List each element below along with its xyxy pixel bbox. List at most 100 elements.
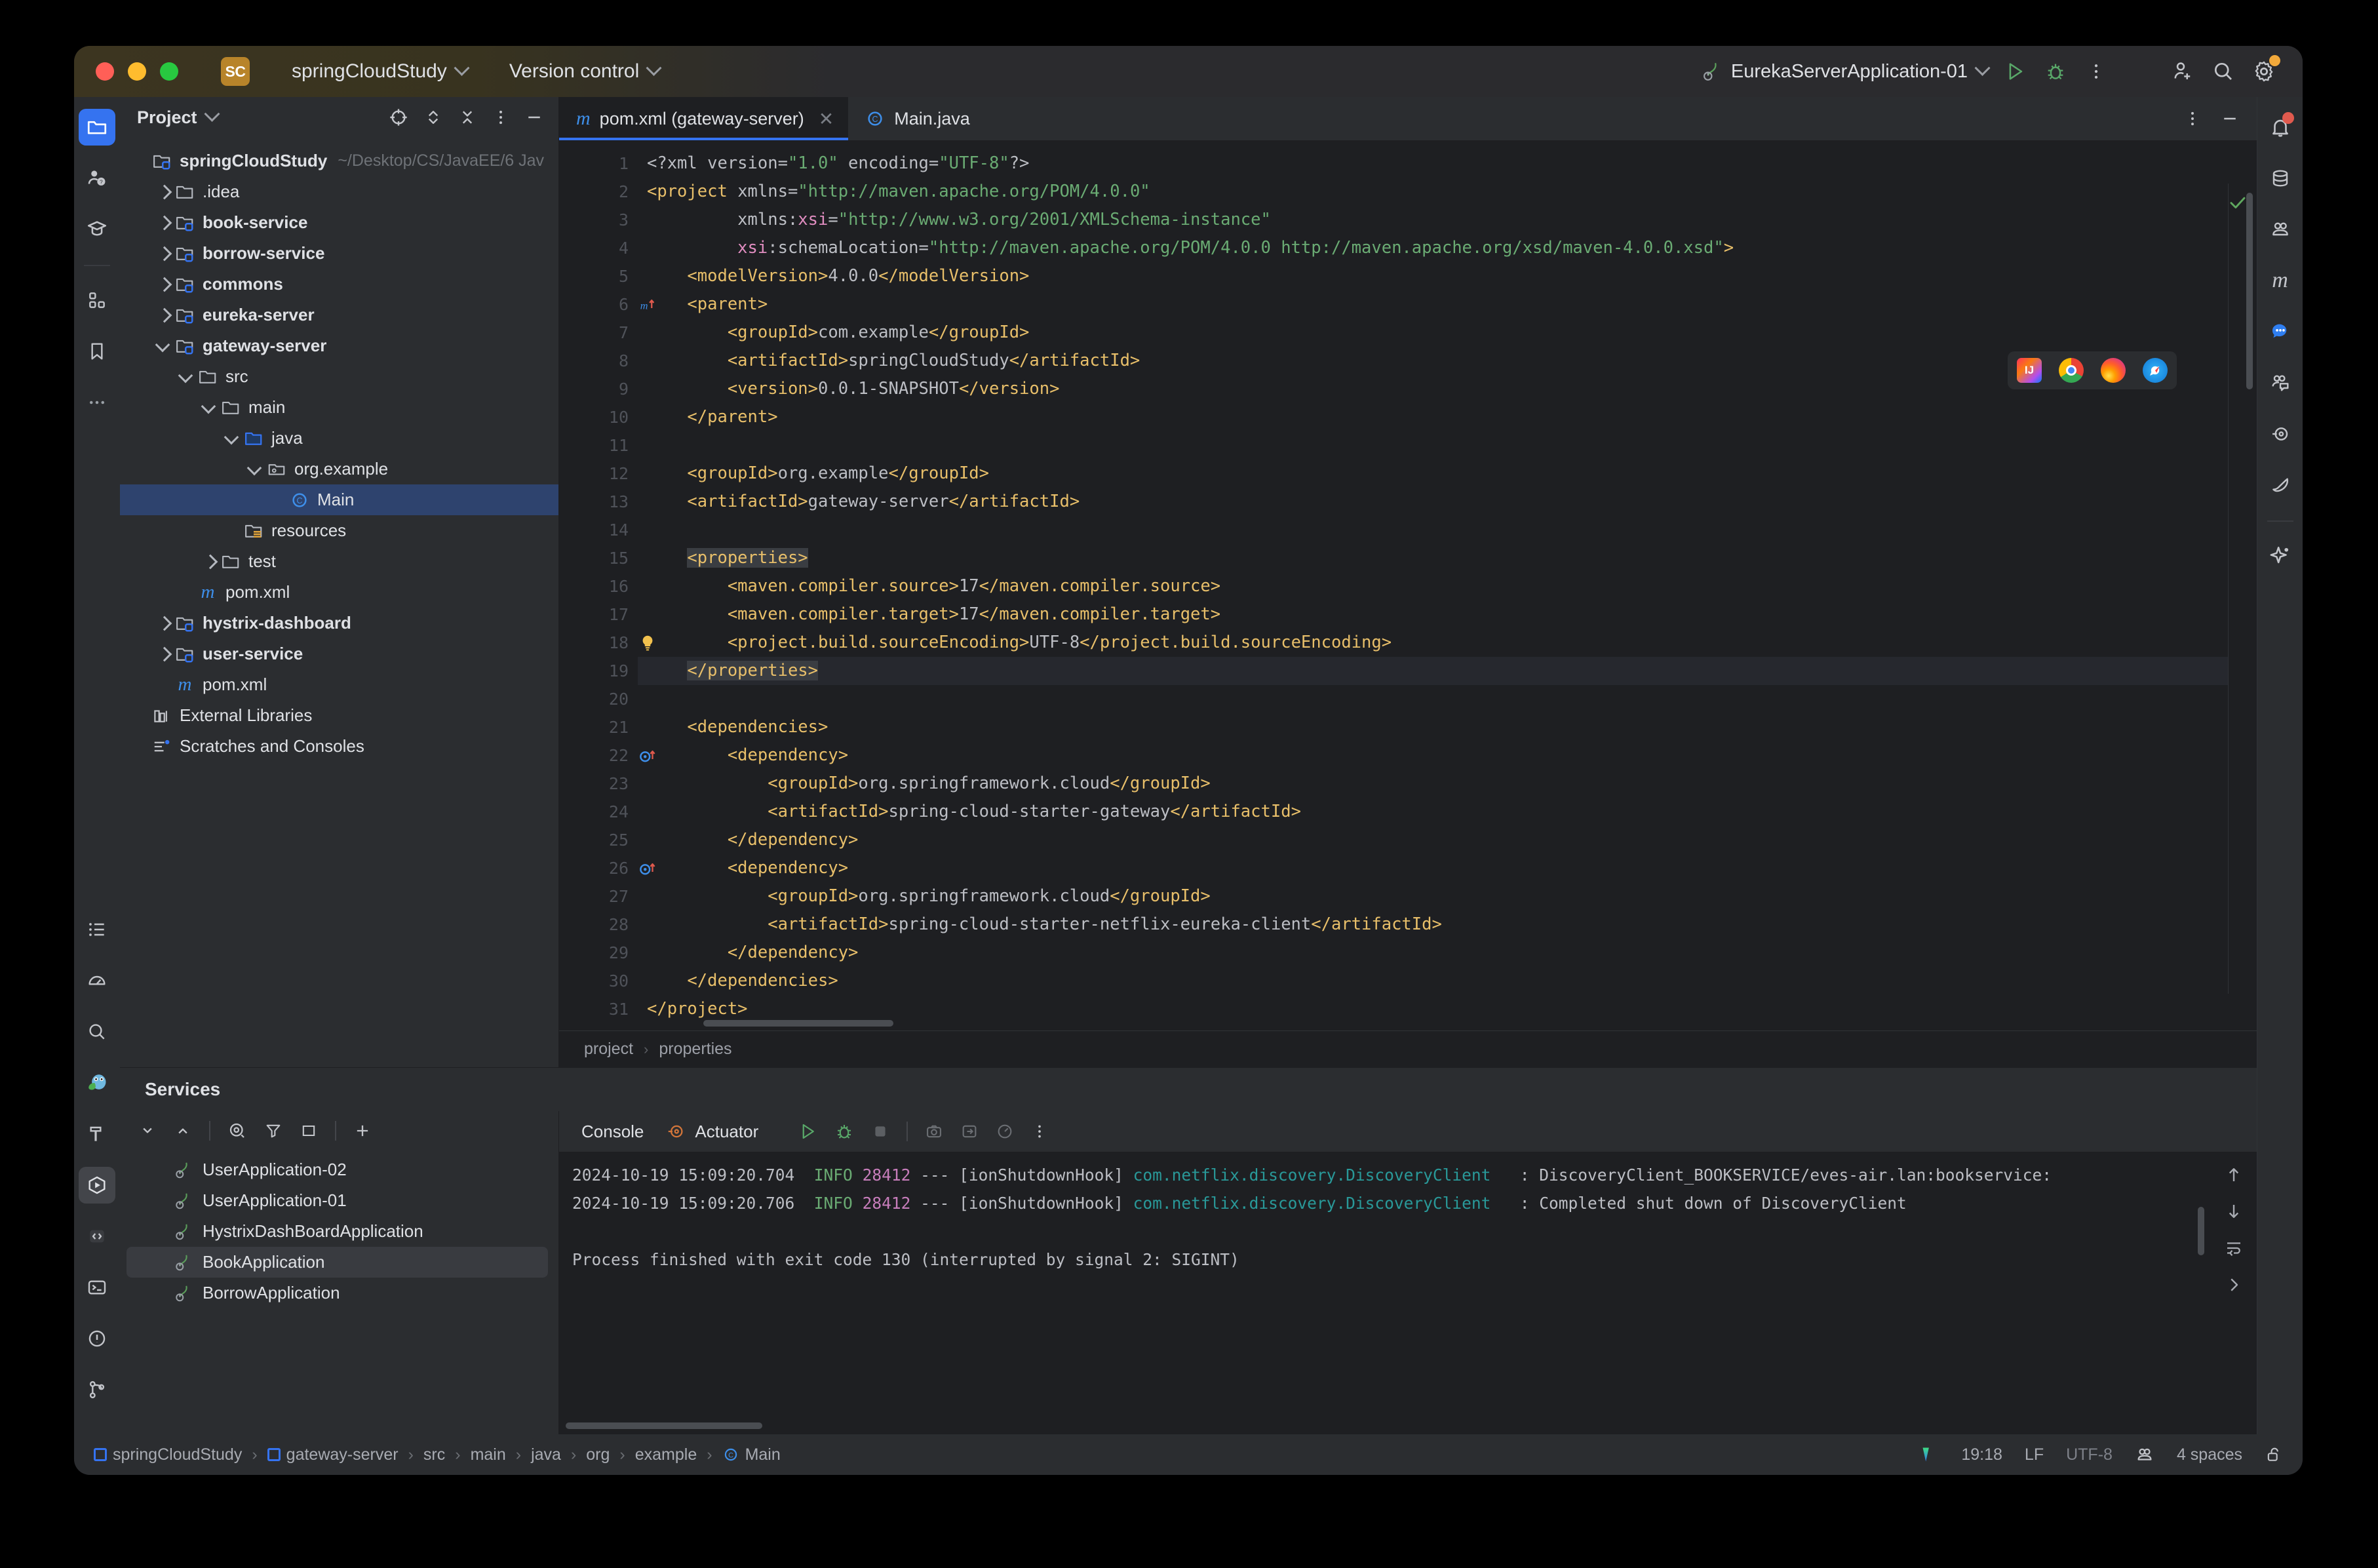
editor-breadcrumb[interactable]: project › properties — [559, 1030, 2257, 1067]
tool-button-services[interactable] — [79, 1167, 115, 1204]
chevron-right-icon[interactable] — [156, 214, 173, 231]
code-line[interactable]: <dependency> — [638, 854, 2257, 882]
attach-icon[interactable] — [960, 1122, 979, 1141]
tree-item[interactable]: borrow-service — [120, 238, 558, 269]
code-line[interactable]: <parent> — [638, 290, 2257, 319]
code-line[interactable]: <groupId>org.springframework.cloud</grou… — [638, 882, 2257, 911]
firefox-browser-icon[interactable] — [2101, 358, 2126, 383]
scroll-up-icon[interactable] — [2224, 1165, 2244, 1185]
tree-item[interactable]: .idea — [120, 176, 558, 207]
service-item[interactable]: UserApplication-02 — [120, 1154, 558, 1185]
stop-button[interactable] — [871, 1122, 889, 1141]
console-vertical-scrollbar[interactable] — [2198, 1207, 2204, 1255]
tree-item[interactable]: commons — [120, 269, 558, 300]
status-breadcrumb-item[interactable]: main — [471, 1445, 506, 1464]
settings-gear-icon[interactable] — [2244, 51, 2284, 92]
chevron-right-icon[interactable] — [156, 276, 173, 293]
code-review-icon[interactable] — [2262, 364, 2299, 401]
line-separator[interactable]: LF — [2025, 1445, 2044, 1464]
tree-item[interactable]: user-service — [120, 638, 558, 669]
line-number[interactable]: 12 — [559, 460, 638, 488]
run-configuration-selector[interactable]: EurekaServerApplication-01 — [1700, 60, 1991, 83]
scroll-down-icon[interactable] — [2224, 1202, 2244, 1221]
editor-options-icon[interactable] — [2183, 109, 2202, 128]
editor-tab-bar[interactable]: m pom.xml (gateway-server) ✕ C Main.java — [559, 97, 2257, 140]
code-line[interactable]: <modelVersion>4.0.0</modelVersion> — [638, 262, 2257, 290]
tool-button-endpoints[interactable] — [79, 1218, 115, 1255]
code-line[interactable]: </parent> — [638, 403, 2257, 431]
tool-button-terminal[interactable] — [79, 1269, 115, 1306]
code-line[interactable]: </project> — [638, 995, 2257, 1023]
tool-button-learn-help[interactable]: ? — [79, 160, 115, 197]
tool-button-find[interactable] — [79, 1013, 115, 1050]
gauge-icon[interactable] — [996, 1122, 1014, 1141]
tool-button-learn[interactable] — [79, 211, 115, 248]
code-with-me-status-icon[interactable] — [2135, 1445, 2154, 1464]
line-number[interactable]: 31 — [559, 995, 638, 1023]
tree-item[interactable]: gateway-server — [120, 330, 558, 361]
project-name-dropdown[interactable]: springCloudStudy — [280, 60, 470, 83]
tree-item[interactable]: test — [120, 546, 558, 577]
editor-code[interactable]: <?xml version="1.0" encoding="UTF-8"?> <p… — [638, 140, 2257, 1030]
status-breadcrumb-item[interactable]: org — [586, 1445, 610, 1464]
version-control-dropdown[interactable]: Version control — [497, 60, 662, 83]
tool-button-todo[interactable] — [79, 911, 115, 948]
line-number[interactable]: 26 — [559, 854, 655, 882]
line-number[interactable]: 18 — [559, 629, 653, 657]
line-number[interactable]: 29 — [559, 939, 638, 967]
group-icon[interactable] — [300, 1122, 318, 1140]
tree-item[interactable]: org.example — [120, 454, 558, 484]
code-line[interactable]: <artifactId>spring-cloud-starter-gateway… — [638, 798, 2257, 826]
tool-button-problems[interactable] — [79, 1320, 115, 1357]
add-collaborator-icon[interactable] — [2162, 51, 2203, 92]
editor-horizontal-scrollbar[interactable] — [703, 1020, 893, 1027]
tree-item[interactable]: main — [120, 392, 558, 423]
status-breadcrumb-item[interactable]: example — [635, 1445, 697, 1464]
editor-vertical-scrollbar[interactable] — [2246, 193, 2253, 389]
console-more-icon[interactable] — [1031, 1123, 1048, 1140]
select-opened-file-icon[interactable] — [388, 107, 409, 128]
status-breadcrumb-item[interactable]: springCloudStudy — [94, 1445, 242, 1464]
code-line[interactable]: xsi:schemaLocation="http://maven.apache.… — [638, 234, 2257, 262]
browser-launcher-bar[interactable]: IJ — [2008, 351, 2177, 389]
window-controls[interactable] — [96, 62, 178, 81]
debug-button[interactable] — [2035, 51, 2076, 92]
filter-icon[interactable] — [264, 1122, 283, 1140]
code-line[interactable]: </dependency> — [638, 939, 2257, 967]
tool-button-build[interactable] — [79, 1116, 115, 1152]
chrome-browser-icon[interactable] — [2059, 358, 2084, 383]
chevron-right-icon[interactable] — [156, 184, 173, 201]
editor-tab[interactable]: C Main.java — [848, 97, 984, 140]
more-actions-button[interactable] — [2076, 51, 2116, 92]
chevron-down-icon[interactable] — [204, 106, 220, 122]
status-bar-breadcrumbs[interactable]: springCloudStudy › gateway-server › src › main… — [94, 1445, 781, 1464]
line-number[interactable]: 27 — [559, 882, 638, 911]
line-number[interactable]: 13 — [559, 488, 638, 516]
status-breadcrumb-item[interactable]: C Main — [722, 1445, 781, 1464]
caret-position[interactable]: 19:18 — [1961, 1445, 2002, 1464]
soft-wrap-icon[interactable] — [2224, 1238, 2244, 1258]
code-line[interactable]: <artifactId>gateway-server</artifactId> — [638, 488, 2257, 516]
line-number[interactable]: 14 — [559, 516, 638, 544]
editor-gutter[interactable]: 1 2 3 4 5 6 m 7 8 9 10 11 12 13 14 15 16 17 18 19 20 21 22 23 24… — [559, 140, 655, 1030]
status-breadcrumb-item[interactable]: src — [423, 1445, 445, 1464]
code-line[interactable]: </dependencies> — [638, 967, 2257, 995]
line-number[interactable]: 25 — [559, 826, 638, 854]
tool-button-more[interactable] — [79, 384, 115, 421]
tool-button-spring[interactable] — [79, 1065, 115, 1101]
chevron-down-icon[interactable] — [179, 368, 196, 385]
expand-collapse-icon[interactable] — [423, 108, 443, 127]
search-icon[interactable] — [2203, 51, 2244, 92]
unlocked-icon[interactable] — [2265, 1445, 2283, 1464]
chevron-right-icon[interactable] — [156, 245, 173, 262]
code-line[interactable]: <dependency> — [638, 741, 2257, 770]
tool-button-git[interactable] — [79, 1371, 115, 1408]
line-number[interactable]: 28 — [559, 911, 638, 939]
code-line[interactable]: <properties> — [638, 544, 2257, 572]
chevron-right-icon[interactable] — [156, 307, 173, 324]
close-tab-icon[interactable]: ✕ — [819, 108, 834, 130]
tree-item[interactable]: m pom.xml — [120, 669, 558, 700]
code-with-me-icon[interactable] — [2262, 211, 2299, 248]
line-number[interactable]: 16 — [559, 572, 638, 600]
code-line[interactable]: <project.build.sourceEncoding>UTF-8</pro… — [638, 629, 2257, 657]
